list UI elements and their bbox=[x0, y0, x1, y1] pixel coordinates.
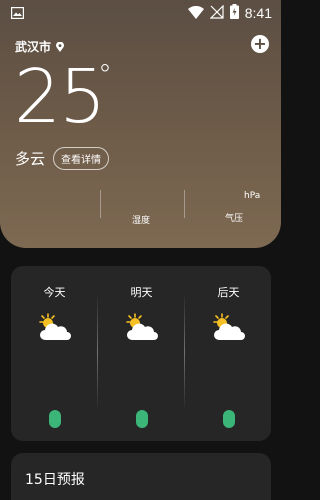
forecast-bar bbox=[135, 410, 148, 428]
fifteen-day-title: 15日预报 bbox=[25, 472, 85, 488]
fifteen-day-forecast-card[interactable]: 15日预报 bbox=[11, 453, 271, 500]
stat-divider bbox=[184, 190, 185, 218]
day-label: 后天 bbox=[217, 286, 240, 299]
gallery-icon bbox=[11, 4, 25, 23]
partly-cloudy-icon bbox=[122, 312, 162, 344]
day-label: 今天 bbox=[43, 286, 66, 299]
status-time: 8:41 bbox=[244, 5, 272, 21]
forecast-day-tomorrow[interactable]: 明天 bbox=[98, 266, 185, 441]
humidity-label: 湿度 bbox=[132, 216, 151, 226]
wifi-icon bbox=[187, 4, 204, 23]
three-day-forecast-card: 今天 明天 后天 bbox=[11, 266, 271, 441]
degree-symbol: ° bbox=[98, 58, 112, 91]
battery-icon bbox=[229, 3, 239, 23]
day-label: 明天 bbox=[130, 286, 153, 299]
pressure-unit: hPa bbox=[244, 191, 261, 201]
stat-divider bbox=[100, 190, 101, 218]
forecast-bar bbox=[48, 410, 61, 428]
partly-cloudy-icon bbox=[209, 312, 249, 344]
status-right: 8:41 bbox=[187, 3, 272, 23]
add-city-button[interactable]: + bbox=[251, 35, 269, 53]
signal-icon bbox=[209, 4, 224, 23]
city-name: 武汉市 bbox=[15, 40, 52, 54]
forecast-bar bbox=[222, 410, 235, 428]
forecast-day-today[interactable]: 今天 bbox=[11, 266, 98, 441]
current-temperature: 25 bbox=[14, 54, 106, 140]
status-bar: 8:41 bbox=[0, 0, 281, 26]
plus-icon: + bbox=[253, 34, 267, 53]
view-details-button[interactable]: 查看详情 bbox=[53, 147, 110, 170]
forecast-day-after-tomorrow[interactable]: 后天 bbox=[185, 266, 272, 441]
partly-cloudy-icon bbox=[35, 312, 75, 344]
weather-condition: 多云 bbox=[15, 150, 46, 168]
pressure-label: 气压 bbox=[225, 214, 244, 224]
condition-row: 多云 查看详情 bbox=[15, 147, 110, 170]
